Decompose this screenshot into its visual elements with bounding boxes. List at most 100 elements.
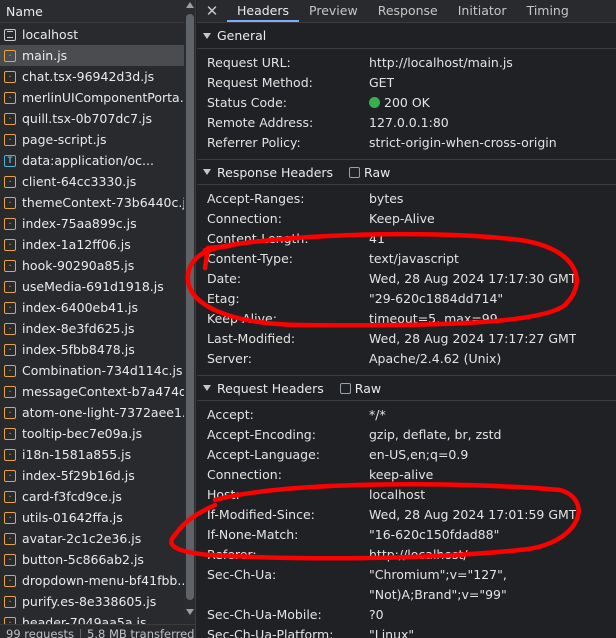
script-file-icon: ·	[4, 133, 16, 146]
request-list-item[interactable]: · button-5c866ab2.js	[0, 549, 184, 570]
header-name: Server:	[207, 351, 252, 366]
header-value: "16-620c150fdad88"	[369, 527, 500, 542]
request-list-item[interactable]: · index-6400eb41.js	[0, 297, 184, 318]
header-name: Last-Modified:	[207, 331, 296, 346]
request-list-item[interactable]: · messageContext-b7a474d...	[0, 381, 184, 402]
request-list-scrollbar[interactable]	[184, 0, 195, 620]
header-name: Content-Type:	[207, 251, 293, 266]
request-list-item[interactable]: · main.js	[0, 45, 184, 66]
tab-response[interactable]: Response	[368, 0, 448, 22]
header-row: Keep-Alive: timeout=5, max=99	[197, 309, 616, 329]
script-file-icon: ·	[4, 343, 16, 356]
request-name: avatar-2c1c2e36.js	[22, 531, 142, 546]
header-row: If-Modified-Since: Wed, 28 Aug 2024 17:01…	[197, 505, 616, 525]
header-name: Request URL:	[207, 55, 291, 70]
request-headers-section-header[interactable]: Request Headers Raw	[197, 375, 616, 401]
header-name: If-Modified-Since:	[207, 507, 315, 522]
request-list-item[interactable]: · useMedia-691d1918.js	[0, 276, 184, 297]
header-value: timeout=5, max=99	[369, 311, 498, 326]
tab-headers[interactable]: Headers	[227, 0, 300, 22]
request-list-item[interactable]: · i18n-1581a855.js	[0, 444, 184, 465]
tab-timing[interactable]: Timing	[517, 0, 579, 22]
general-rows: Request URL: http://localhost/main.js Requ…	[197, 49, 616, 159]
chevron-down-icon[interactable]	[203, 169, 211, 175]
request-name: button-5c866ab2.js	[22, 552, 144, 567]
header-row: Last-Modified: Wed, 28 Aug 2024 17:17:27 …	[197, 329, 616, 349]
header-value: "Chromium";v="127",	[369, 567, 507, 582]
request-count: 99 requests	[6, 627, 74, 638]
tab-initiator[interactable]: Initiator	[448, 0, 517, 22]
scroll-down-icon[interactable]	[186, 609, 194, 615]
request-list-item[interactable]: · merlinUIComponentPorta...	[0, 87, 184, 108]
request-list-item[interactable]: · avatar-2c1c2e36.js	[0, 528, 184, 549]
request-list-item[interactable]: · dropdown-menu-bf41fbb...	[0, 570, 184, 591]
request-name: Combination-734d114c.js	[22, 363, 183, 378]
request-list-item[interactable]: · utils-01642ffa.js	[0, 507, 184, 528]
header-name: If-None-Match:	[207, 527, 299, 542]
request-list-item[interactable]: · card-f3fcd9ce.js	[0, 486, 184, 507]
request-list-item[interactable]: · tooltip-bec7e09a.js	[0, 423, 184, 444]
request-list-item[interactable]: · purify.es-8e338605.js	[0, 591, 184, 612]
header-value: Wed, 28 Aug 2024 17:01:59 GMT	[369, 507, 577, 522]
request-name: data:application/oc...	[22, 153, 154, 168]
request-list-item[interactable]: · Combination-734d114c.js	[0, 360, 184, 381]
raw-toggle[interactable]: Raw	[339, 381, 381, 396]
header-name: Referer:	[207, 547, 257, 562]
request-name: index-75aa899c.js	[22, 216, 137, 231]
request-name: purify.es-8e338605.js	[22, 594, 157, 609]
request-name: page-script.js	[22, 132, 107, 147]
request-list-item[interactable]: · index-5fbb8478.js	[0, 339, 184, 360]
request-list-item[interactable]: · atom-one-light-7372aee1.js	[0, 402, 184, 423]
request-list-item[interactable]: · themeContext-73b6440c.js	[0, 192, 184, 213]
name-column-header[interactable]: Name	[0, 0, 195, 23]
script-file-icon: ·	[4, 175, 16, 188]
script-file-icon: ·	[4, 280, 16, 293]
header-value: "Not)A;Brand";v="99"	[369, 587, 507, 602]
general-section-header[interactable]: General	[197, 23, 616, 49]
raw-toggle[interactable]: Raw	[349, 165, 390, 180]
request-list-item[interactable]: · client-64cc3330.js	[0, 171, 184, 192]
header-value: Wed, 28 Aug 2024 17:17:30 GMT	[369, 271, 577, 286]
request-name: hook-90290a85.js	[22, 258, 135, 273]
header-name: Content-Length:	[207, 231, 309, 246]
request-list-item[interactable]: · quill.tsx-0b707dc7.js	[0, 108, 184, 129]
request-list-item[interactable]: · chat.tsx-96942d3d.js	[0, 66, 184, 87]
header-name: Sec-Ch-Ua-Platform:	[207, 627, 334, 638]
response-headers-section-header[interactable]: Response Headers Raw	[197, 159, 616, 185]
tab-preview[interactable]: Preview	[299, 0, 368, 22]
header-row: Connection: Keep-Alive	[197, 209, 616, 229]
raw-checkbox[interactable]	[349, 166, 361, 178]
header-value: "Linux"	[369, 627, 415, 638]
header-row: Accept-Encoding: gzip, deflate, br, zstd	[197, 425, 616, 445]
header-row: Status Code: 200 OK	[197, 93, 616, 113]
header-name: Date:	[207, 271, 242, 286]
request-list-item[interactable]: · index-1a12ff06.js	[0, 234, 184, 255]
request-list-item[interactable]: localhost	[0, 24, 184, 45]
script-file-icon: ·	[4, 364, 16, 377]
request-list-item[interactable]: · index-5f29b16d.js	[0, 465, 184, 486]
request-list-item[interactable]: · page-script.js	[0, 129, 184, 150]
request-list-item[interactable]: · hook-90290a85.js	[0, 255, 184, 276]
response-header-rows: Accept-Ranges: bytes Connection: Keep-Alive…	[197, 185, 616, 375]
script-file-icon: ·	[4, 448, 16, 461]
script-file-icon: ·	[4, 70, 16, 83]
section-title: General	[217, 28, 267, 43]
header-name: Sec-Ch-Ua:	[207, 567, 277, 582]
section-title: Request Headers	[217, 380, 324, 396]
chevron-down-icon[interactable]	[203, 385, 211, 391]
chevron-down-icon[interactable]	[203, 32, 211, 39]
header-value: bytes	[369, 191, 404, 206]
close-icon[interactable]: ✕	[197, 0, 227, 22]
request-list-item[interactable]: · index-8e3fd625.js	[0, 318, 184, 339]
request-list-item[interactable]: · index-75aa899c.js	[0, 213, 184, 234]
status-divider	[80, 628, 81, 638]
request-name: dropdown-menu-bf41fbb...	[22, 573, 184, 588]
raw-checkbox[interactable]	[339, 382, 351, 394]
scroll-thumb[interactable]	[186, 14, 194, 600]
request-list: localhost · main.js · chat.tsx-96942d3d.js · m…	[0, 24, 184, 633]
script-file-icon: ·	[4, 469, 16, 482]
header-value: 41	[369, 231, 385, 246]
header-value: localhost	[369, 487, 426, 502]
request-list-item[interactable]: Tdata:application/oc...	[0, 150, 184, 171]
scroll-up-icon[interactable]	[186, 2, 194, 8]
